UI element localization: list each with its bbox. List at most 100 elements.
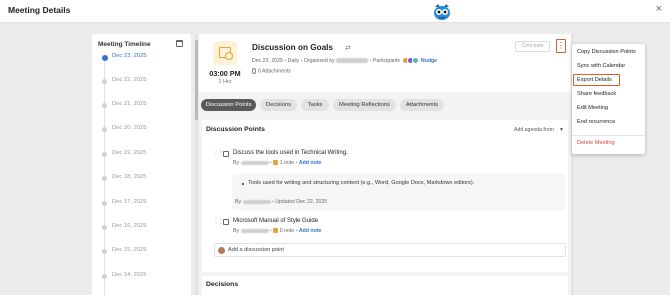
scrollbar-thumb[interactable] (195, 40, 198, 120)
timeline-dot (102, 176, 107, 181)
tab-decisions[interactable]: Decisions (260, 99, 297, 111)
timeline-dot (102, 79, 107, 84)
meeting-time: 03:00 PM (209, 69, 241, 78)
more-options-icon[interactable]: ⋮ (556, 39, 566, 53)
discussion-item-meta: By • 0 note • Add note (233, 228, 322, 234)
timeline-date-item[interactable]: Dec 14, 2025 (92, 271, 191, 283)
timeline-date-label: Dec 23, 2025 (112, 53, 147, 59)
tab-attachments[interactable]: Attachments (400, 99, 444, 111)
timeline-date-item[interactable]: Dec 15, 2025 (92, 246, 191, 258)
note-meta: By • Updated Dec 22, 2025 (235, 199, 328, 205)
timeline-dot (102, 103, 107, 108)
tab-discussion-points[interactable]: Discussion Points (201, 99, 256, 111)
discussion-checkbox[interactable] (223, 219, 229, 225)
organizer-name-redacted (336, 58, 369, 63)
menu-item-end-recurrence[interactable]: End recurrence (577, 119, 615, 125)
menu-item-export-details[interactable]: Export Details (577, 77, 612, 83)
timeline-dot (102, 201, 107, 206)
attachments-count[interactable]: 0 Attachments (252, 68, 291, 74)
conclude-button[interactable]: Conclude (515, 41, 550, 52)
discussion-item-meta: By • 1 note • Add note (233, 160, 322, 166)
app-mascot-icon (434, 4, 450, 20)
menu-item-share-feedback[interactable]: Share feedback (577, 91, 616, 97)
meeting-timeline-panel: Meeting Timeline Dec 23, 2025 Dec 22, 202… (92, 34, 191, 295)
note-box: Tools used for writing and structuring c… (232, 174, 565, 210)
add-agenda-from-dropdown[interactable]: Add agenda from (514, 127, 554, 133)
note-icon (273, 160, 279, 166)
timeline-dot (102, 249, 107, 254)
nudge-link[interactable]: Nudge (421, 58, 437, 64)
note-count[interactable]: 0 note (280, 228, 294, 234)
calendar-icon[interactable] (176, 40, 183, 47)
tab-tasks[interactable]: Tasks (301, 99, 329, 111)
timeline-date-item[interactable]: Dec 20, 2025 (92, 124, 191, 136)
note-count[interactable]: 1 note (280, 160, 294, 166)
discussion-points-title: Discussion Points (206, 126, 265, 133)
meeting-frequency: Daily (287, 57, 300, 64)
bullet-dot (242, 183, 244, 185)
note-icon (273, 228, 279, 234)
meeting-tabs: Discussion Points Decisions Tasks Meetin… (199, 99, 571, 113)
timeline-scrollbar[interactable] (195, 34, 198, 295)
close-icon[interactable]: × (656, 3, 662, 15)
timeline-date-label: Dec 21, 2025 (112, 101, 147, 107)
timeline-date-item[interactable]: Dec 22, 2025 (92, 76, 191, 88)
recurring-icon: ⇄ (345, 45, 351, 52)
tab-meeting-reflections[interactable]: Meeting Reflections (333, 99, 396, 111)
drag-handle-icon[interactable]: ⋮⋮ (213, 218, 224, 225)
timeline-dot (102, 225, 107, 230)
add-note-link[interactable]: Add note (299, 160, 321, 166)
timeline-title: Meeting Timeline (98, 41, 151, 48)
timeline-date-item[interactable]: Dec 18, 2025 (92, 173, 191, 185)
timeline-date-item[interactable]: Dec 17, 2025 (92, 198, 191, 210)
timeline-date-item[interactable]: Dec 19, 2025 (92, 149, 191, 161)
add-note-link[interactable]: Add note (299, 228, 321, 234)
timeline-date-item[interactable]: Dec 16, 2025 (92, 222, 191, 234)
add-discussion-point-placeholder: Add a discussion point (228, 247, 284, 253)
decisions-title: Decisions (206, 281, 239, 288)
timeline-date-label: Dec 17, 2025 (112, 199, 147, 205)
author-name-redacted (240, 228, 269, 233)
decisions-card: Decisions (202, 276, 568, 295)
drag-handle-icon[interactable]: ⋮⋮ (213, 150, 224, 157)
timeline-date-label: Dec 18, 2025 (112, 174, 147, 180)
timeline-date-label: Dec 22, 2025 (112, 77, 147, 83)
timeline-date-label: Dec 16, 2025 (112, 223, 147, 229)
timeline-dot (101, 54, 108, 61)
meeting-duration: 1 Hrs (218, 79, 232, 85)
menu-item-copy-discussion-points[interactable]: Copy Discussion Points (577, 49, 636, 55)
timeline-date-label: Dec 14, 2025 (112, 272, 147, 278)
timeline-date-label: Dec 15, 2025 (112, 247, 147, 253)
avatar (218, 247, 225, 254)
organized-by-label: Organized by (303, 57, 335, 64)
timeline-date-item[interactable]: Dec 21, 2025 (92, 100, 191, 112)
discussion-item-text: Microsoft Manual of Style Guide (233, 218, 319, 224)
menu-divider (572, 135, 645, 136)
timeline-dot (102, 152, 107, 157)
author-name-redacted (240, 160, 269, 165)
paperclip-icon (252, 68, 256, 74)
meeting-date: Dec 23, 2025 (252, 57, 283, 64)
more-options-menu: Copy Discussion Points Sync with Calenda… (572, 44, 645, 154)
meeting-main-panel: 03:00 PM 1 Hrs Discussion on Goals ⇄ Dec… (199, 34, 571, 295)
timeline-date-label: Dec 19, 2025 (112, 150, 147, 156)
participants-label: Participants (372, 57, 401, 64)
discussion-checkbox[interactable] (223, 151, 229, 157)
menu-item-edit-meeting[interactable]: Edit Meeting (577, 105, 608, 111)
meeting-type-icon (213, 41, 237, 65)
note-updated: Updated Dec 22, 2025 (275, 199, 328, 205)
calendar-clock-icon (219, 47, 233, 60)
participant-avatar[interactable] (412, 57, 420, 64)
timeline-date-item[interactable]: Dec 23, 2025 (92, 52, 191, 64)
add-discussion-point-input[interactable]: Add a discussion point (214, 243, 566, 257)
menu-item-sync-calendar[interactable]: Sync with Calendar (577, 63, 625, 69)
chevron-down-icon[interactable]: ▼ (559, 127, 564, 133)
timeline-date-label: Dec 20, 2025 (112, 125, 147, 131)
timeline-dot (102, 127, 107, 132)
meeting-header-card: 03:00 PM 1 Hrs Discussion on Goals ⇄ Dec… (199, 34, 571, 92)
menu-item-delete-meeting[interactable]: Delete Meeting (577, 140, 615, 146)
note-text: Tools used for writing and structuring c… (248, 180, 475, 186)
author-name-redacted (242, 199, 271, 204)
meeting-meta: Dec 23, 2025 • Daily • Organized by • Pa… (252, 57, 438, 64)
meeting-title: Discussion on Goals (252, 43, 333, 52)
